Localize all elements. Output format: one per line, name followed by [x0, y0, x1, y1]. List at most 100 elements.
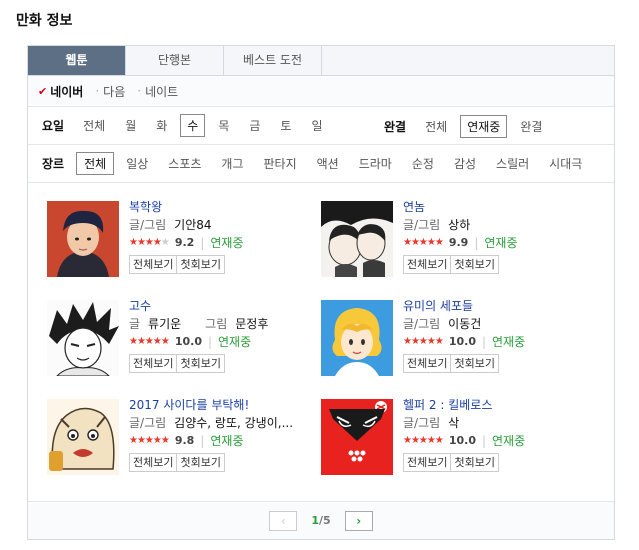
tab-book[interactable]: 단행본 — [126, 46, 224, 75]
author-role: 글/그림 — [129, 416, 167, 430]
day-all[interactable]: 전체 — [76, 114, 112, 137]
author-name: 기안84 — [174, 218, 212, 232]
genre-filter-row: 장르 전체 일상 스포츠 개그 판타지 액션 드라마 순정 감성 스릴러 시대극 — [28, 145, 614, 183]
portal-filter: ✔ 네이버 · 다음 · 네이트 — [28, 76, 614, 107]
status-completed[interactable]: 완결 — [513, 115, 549, 138]
next-page-button[interactable]: › — [344, 510, 373, 531]
genre-comedy[interactable]: 개그 — [213, 152, 251, 175]
genre-drama[interactable]: 드라마 — [351, 152, 400, 175]
author-name: 김양수, 랑또, 강냉이,... — [174, 416, 294, 430]
view-all-button[interactable]: 전체보기 — [403, 255, 452, 274]
source-label: 네이트 — [145, 84, 179, 99]
first-episode-button[interactable]: 첫회보기 — [177, 453, 225, 472]
serial-status: 연재중 — [484, 236, 518, 250]
comic-title[interactable]: 2017 사이다를 부탁해! — [129, 397, 319, 414]
genre-filter-label: 장르 — [42, 157, 65, 171]
genre-sports[interactable]: 스포츠 — [160, 152, 209, 175]
tab-webtoon[interactable]: 웹툰 — [28, 46, 126, 75]
day-sun[interactable]: 일 — [304, 114, 329, 137]
author-role: 글 — [129, 317, 141, 331]
rating-score: 10.0 — [174, 335, 202, 348]
comic-thumbnail[interactable] — [47, 399, 119, 475]
comic-title[interactable]: 복학왕 — [129, 199, 319, 216]
view-all-button[interactable]: 전체보기 — [129, 453, 178, 472]
divider: | — [200, 236, 205, 250]
genre-emotion[interactable]: 감성 — [446, 152, 484, 175]
genre-thriller[interactable]: 스릴러 — [488, 152, 537, 175]
author-name: 류기운 — [148, 317, 182, 331]
comic-title[interactable]: 고수 — [129, 298, 319, 315]
serial-status: 연재중 — [210, 236, 244, 250]
view-all-button[interactable]: 전체보기 — [403, 453, 452, 472]
rating-stars: ★★★★★ — [129, 336, 170, 347]
author-name-2: 문정후 — [235, 317, 269, 331]
first-episode-button[interactable]: 첫회보기 — [451, 255, 499, 274]
comic-rating: ★★★★★ 10.0 | 연재중 — [403, 333, 593, 351]
day-filter-row: 요일 전체 월 화 수 목 금 토 일 완결 전체 연재중 완결 — [28, 107, 614, 145]
comic-title[interactable]: 헬퍼 2 : 킬베로스 — [403, 397, 593, 414]
source-label: 네이버 — [50, 84, 84, 99]
view-all-button[interactable]: 전체보기 — [403, 354, 452, 373]
prev-page-button[interactable]: ‹ — [269, 510, 298, 531]
comic-title[interactable]: 연놈 — [403, 199, 593, 216]
status-all[interactable]: 전체 — [418, 115, 454, 138]
day-tue[interactable]: 화 — [149, 114, 174, 137]
serial-status: 연재중 — [210, 434, 244, 448]
day-sat[interactable]: 토 — [273, 114, 298, 137]
genre-romance[interactable]: 순정 — [404, 152, 442, 175]
rating-stars: ★★★★★ — [403, 336, 444, 347]
comic-thumbnail[interactable] — [47, 300, 119, 376]
genre-historical[interactable]: 시대극 — [541, 152, 590, 175]
day-mon[interactable]: 월 — [118, 114, 143, 137]
status-filter: 완결 전체 연재중 완결 — [384, 107, 555, 145]
author-role-2: 그림 — [205, 317, 228, 331]
comic-thumbnail[interactable] — [321, 201, 393, 277]
day-filter-label: 요일 — [42, 119, 65, 133]
source-naver[interactable]: ✔ 네이버 — [38, 83, 83, 100]
source-daum[interactable]: · 다음 — [95, 83, 125, 100]
status-filter-label: 완결 — [384, 119, 407, 134]
author-role: 글/그림 — [403, 218, 441, 232]
first-episode-button[interactable]: 첫회보기 — [451, 453, 499, 472]
genre-fantasy[interactable]: 판타지 — [256, 152, 305, 175]
comic-thumbnail[interactable] — [47, 201, 119, 277]
genre-action[interactable]: 액션 — [309, 152, 347, 175]
author-name: 상하 — [448, 218, 471, 232]
author-role: 글/그림 — [403, 416, 441, 430]
comic-thumbnail[interactable] — [321, 300, 393, 376]
comic-rating: ★★★★★ 9.2 | 연재중 — [129, 234, 319, 252]
comic-author: 글/그림 기안84 — [129, 216, 319, 234]
serial-status: 연재중 — [218, 335, 252, 349]
genre-all[interactable]: 전체 — [76, 152, 115, 175]
comic-title[interactable]: 유미의 세포들 — [403, 298, 593, 315]
pagination: ‹ 1/5 › — [28, 501, 614, 539]
comic-card: 복학왕 글/그림 기안84 ★★★★★ 9.2 | 연재중 전체보기 첫회보기 — [47, 199, 319, 291]
day-wed[interactable]: 수 — [180, 114, 206, 137]
author-role: 글/그림 — [403, 317, 441, 331]
divider: | — [200, 434, 205, 448]
current-page: 1 — [311, 514, 319, 527]
comic-rating: ★★★★★ 9.8 | 연재중 — [129, 432, 319, 450]
comic-thumbnail[interactable] — [321, 399, 393, 475]
comic-author: 글/그림 상하 — [403, 216, 593, 234]
rating-score: 9.2 — [174, 236, 195, 249]
comic-card: 연놈 글/그림 상하 ★★★★★ 9.9 | 연재중 전체보기 첫회보기 — [321, 199, 593, 291]
source-nate[interactable]: · 네이트 — [137, 83, 178, 100]
day-fri[interactable]: 금 — [242, 114, 267, 137]
comic-author: 글/그림 삭 — [403, 414, 593, 432]
status-ongoing[interactable]: 연재중 — [460, 114, 508, 138]
first-episode-button[interactable]: 첫회보기 — [177, 255, 225, 274]
first-episode-button[interactable]: 첫회보기 — [177, 354, 225, 373]
rating-score: 9.8 — [174, 434, 195, 447]
divider: | — [207, 335, 213, 349]
genre-daily[interactable]: 일상 — [118, 152, 156, 175]
tab-best-challenge[interactable]: 베스트 도전 — [224, 46, 322, 75]
rating-stars: ★★★★★ — [129, 435, 170, 446]
rating-stars: ★★★★★ — [403, 435, 444, 446]
comic-card: 유미의 세포들 글/그림 이동건 ★★★★★ 10.0 | 연재중 전체보기 첫회보기 — [321, 298, 593, 390]
comic-card: 고수 글 류기운 그림 문정후 ★★★★★ 10.0 | 연재중 전체보기 첫회보기 — [47, 298, 319, 390]
view-all-button[interactable]: 전체보기 — [129, 354, 178, 373]
view-all-button[interactable]: 전체보기 — [129, 255, 178, 274]
first-episode-button[interactable]: 첫회보기 — [451, 354, 499, 373]
day-thu[interactable]: 목 — [211, 114, 236, 137]
